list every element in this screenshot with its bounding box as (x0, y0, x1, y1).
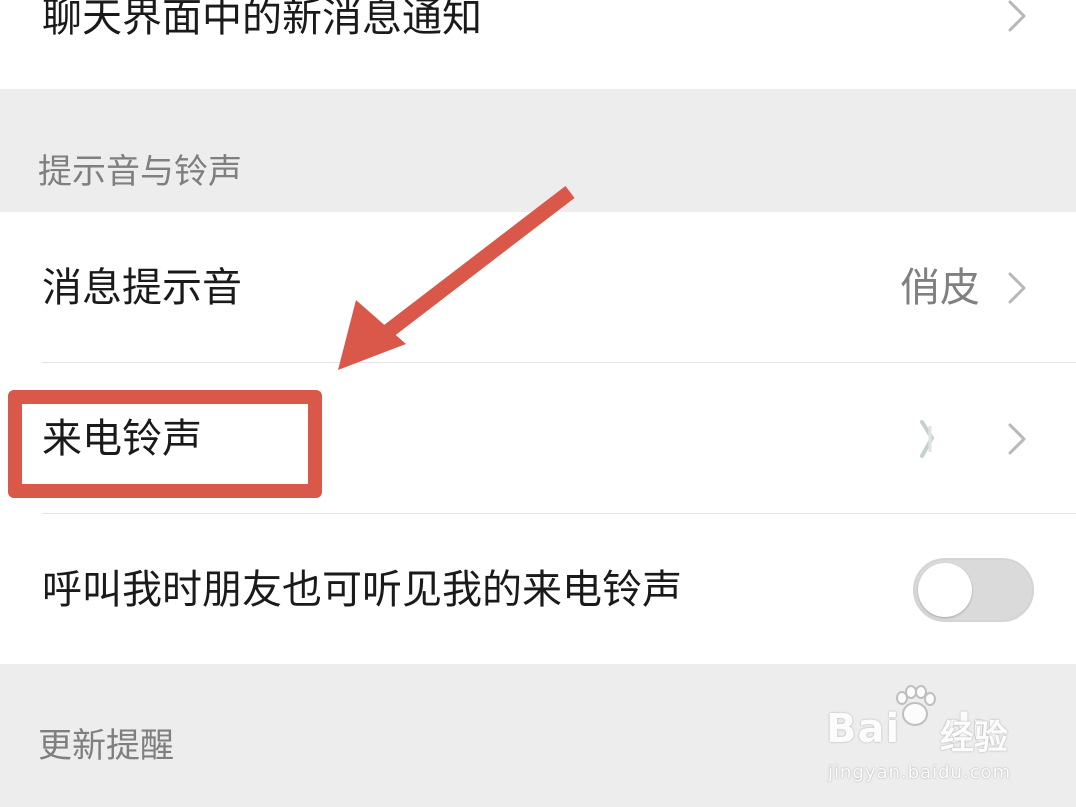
message-tone-label: 消息提示音 (42, 265, 242, 311)
friends-hear-ringtone-label: 呼叫我时朋友也可听见我的来电铃声 (42, 567, 682, 613)
chevron-right-icon (1008, 272, 1026, 304)
section-header-updates: 更新提醒 (38, 726, 174, 766)
message-tone-value: 俏皮 (900, 265, 980, 311)
ringtone-label: 来电铃声 (42, 416, 202, 462)
watermark-subtitle: 经验 (940, 718, 1008, 758)
chevron-right-icon (1008, 423, 1026, 455)
chat-notifications-row[interactable]: 聊天界面中的新消息通知 (0, 0, 1076, 89)
watermark-url: jingyan.baidu.com (828, 762, 1012, 783)
chat-notifications-label: 聊天界面中的新消息通知 (42, 0, 482, 41)
watermark-brand-head: Bai (826, 706, 901, 752)
baidu-watermark: Bai du 经验 jingyan.baidu.com (826, 684, 1056, 794)
paw-icon (896, 685, 936, 726)
watermark-brand: Bai du (826, 706, 1001, 752)
message-tone-row[interactable]: 消息提示音 俏皮 (0, 212, 1076, 362)
notifications-card: 聊天界面中的新消息通知 (0, 0, 1076, 89)
toggle-knob (918, 563, 972, 617)
chevron-right-icon (1008, 0, 1026, 32)
section-header-tones: 提示音与铃声 (38, 152, 242, 192)
friends-hear-ringtone-toggle[interactable] (913, 558, 1034, 622)
blurred-value-icon (920, 420, 935, 458)
watermark-brand-tail: du (942, 706, 1002, 752)
